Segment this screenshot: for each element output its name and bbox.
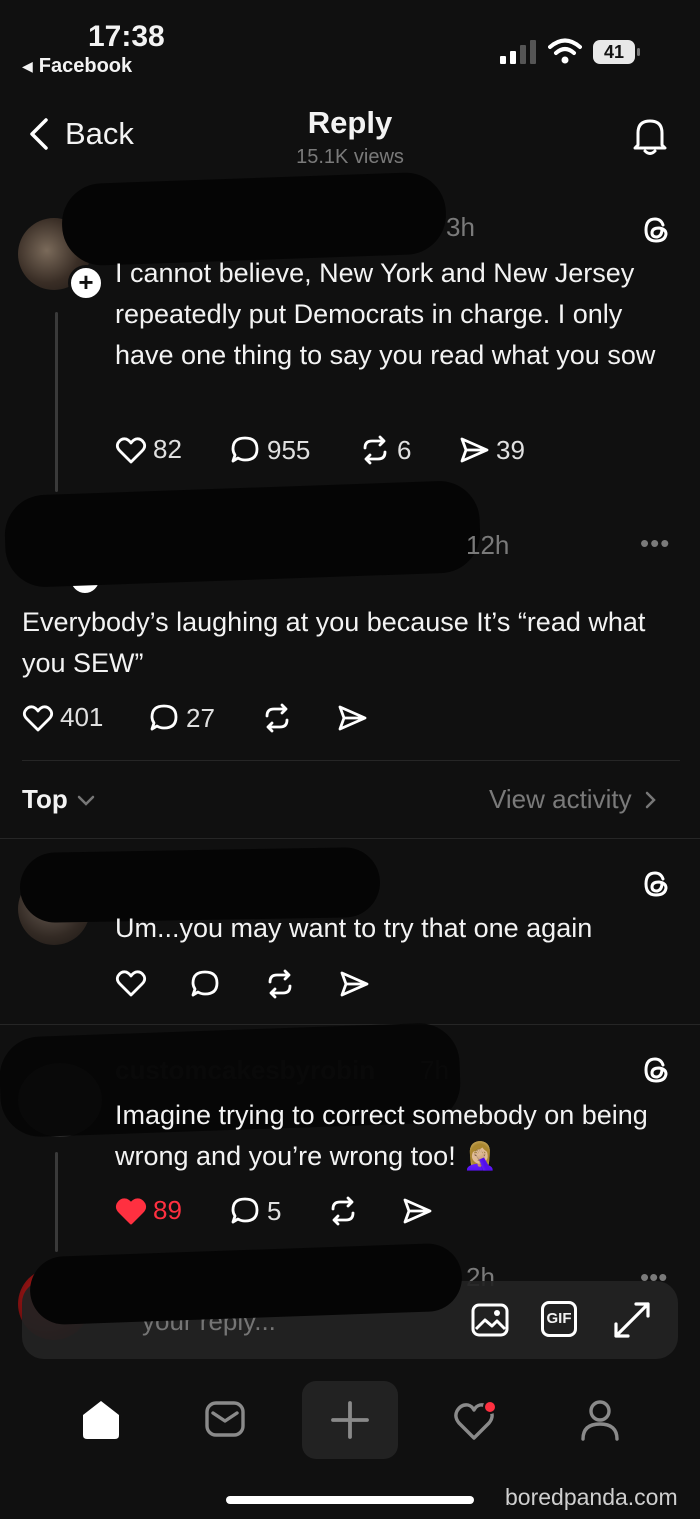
post-text: I cannot believe, New York and New Jerse…	[115, 258, 656, 370]
comment-icon	[231, 436, 259, 463]
more-options-icon[interactable]: •••	[640, 528, 670, 559]
reply-button[interactable]: 955	[229, 434, 310, 466]
create-tab-button[interactable]	[302, 1381, 398, 1459]
heart-filled-icon	[115, 1197, 147, 1224]
like-button[interactable]: 89	[115, 1195, 182, 1226]
profile-tab-icon[interactable]	[578, 1397, 622, 1443]
views-count: 15.1K views	[296, 146, 404, 168]
battery-icon: 41	[593, 40, 635, 64]
post-time: 3h	[446, 212, 475, 242]
bell-icon[interactable]	[630, 115, 670, 157]
chevron-right-icon	[645, 791, 656, 808]
send-icon	[460, 437, 489, 463]
comment-icon	[191, 970, 219, 997]
share-button[interactable]	[336, 702, 368, 734]
reply-button[interactable]	[189, 968, 221, 1000]
repost-icon	[331, 1196, 355, 1226]
comment-icon	[231, 1197, 259, 1224]
reply-count: 27	[186, 702, 215, 733]
repost-icon	[265, 703, 289, 733]
redaction	[3, 479, 482, 589]
page-title: Reply	[307, 105, 393, 140]
watermark: boredpanda.com	[505, 1484, 678, 1510]
thread-line	[55, 1152, 58, 1252]
back-app-label: Facebook	[38, 55, 133, 77]
home-indicator	[226, 1496, 474, 1504]
share-button[interactable]: 39	[458, 434, 525, 466]
repost-button[interactable]: 6	[359, 434, 411, 466]
back-triangle-icon: ◀	[22, 58, 33, 74]
like-button[interactable]: 82	[115, 434, 182, 465]
comment-text: Um...you may want to try that one again	[115, 913, 593, 943]
repost-button[interactable]	[261, 702, 293, 734]
reply-button[interactable]: 27	[148, 702, 215, 734]
repost-button[interactable]	[327, 1195, 359, 1227]
share-button[interactable]	[401, 1195, 433, 1227]
status-time: 17:38	[88, 20, 165, 53]
sort-label: Top	[22, 784, 68, 814]
reply-count: 955	[267, 434, 311, 465]
threads-icon[interactable]	[641, 868, 671, 900]
view-activity-label: View activity	[489, 784, 632, 814]
signal-icon	[500, 40, 538, 64]
comment-icon	[150, 704, 178, 731]
sort-dropdown[interactable]: Top	[22, 784, 96, 815]
reply-button[interactable]: 5	[229, 1195, 281, 1227]
threads-icon[interactable]	[641, 1054, 671, 1086]
reply-count: 5	[267, 1195, 282, 1226]
wifi-icon	[548, 38, 582, 64]
back-to-app[interactable]: ◀ Facebook	[22, 55, 132, 78]
gif-label: GIF	[546, 1310, 572, 1327]
send-icon	[340, 971, 369, 997]
activity-tab-icon[interactable]	[452, 1398, 500, 1442]
home-tab-icon[interactable]	[79, 1397, 123, 1441]
follow-plus-icon[interactable]: +	[68, 265, 104, 301]
heart-icon	[115, 970, 147, 997]
plus-icon	[331, 1401, 369, 1439]
like-button[interactable]: 401	[22, 702, 103, 733]
repost-button[interactable]	[264, 968, 296, 1000]
comment-text: Imagine trying to correct somebody on be…	[115, 1100, 648, 1171]
expand-icon[interactable]	[612, 1300, 652, 1340]
heart-icon	[115, 436, 147, 463]
like-count: 82	[153, 434, 182, 464]
post-time: 12h	[466, 530, 510, 560]
threads-icon[interactable]	[641, 214, 671, 246]
divider	[0, 838, 700, 839]
view-activity-link[interactable]: View activity	[489, 784, 658, 815]
chevron-down-icon	[77, 795, 94, 806]
image-picker-icon[interactable]	[470, 1300, 510, 1340]
post-text: Everybody’s laughing at you because It’s…	[22, 607, 646, 678]
heart-icon	[22, 704, 54, 731]
thread-line	[55, 312, 58, 492]
like-count: 89	[153, 1195, 182, 1225]
repost-icon	[363, 435, 387, 465]
repost-icon	[268, 969, 292, 999]
messages-tab-icon[interactable]	[204, 1399, 246, 1439]
like-button[interactable]	[115, 968, 147, 998]
repost-count: 6	[397, 434, 412, 465]
share-button[interactable]	[338, 968, 370, 1000]
gif-button[interactable]: GIF	[541, 1301, 577, 1337]
battery-level: 41	[603, 42, 625, 62]
send-icon	[338, 705, 367, 731]
like-count: 401	[60, 702, 104, 732]
share-count: 39	[496, 434, 525, 465]
divider	[22, 760, 680, 761]
send-icon	[403, 1198, 432, 1224]
